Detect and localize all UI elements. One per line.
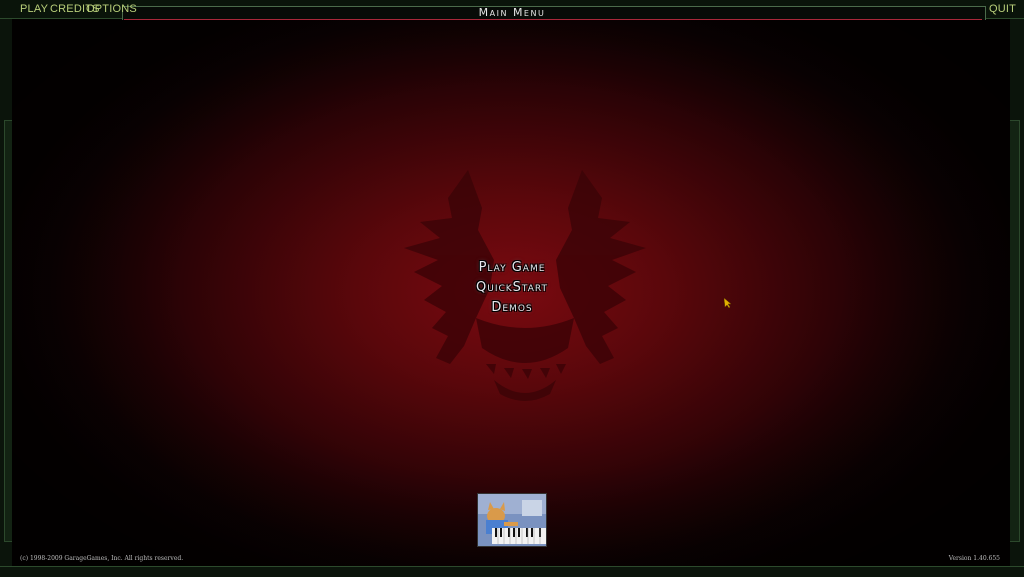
arrow-cursor-icon (724, 298, 732, 308)
version-text: Version 1.40.655 (948, 555, 1000, 562)
demos-button[interactable]: Demos (0, 300, 1024, 315)
keyboard-cat-image (478, 494, 546, 546)
title-underline (124, 19, 982, 20)
bottom-frame-bar (0, 566, 1024, 577)
copyright-text: (c) 1998-2009 GarageGames, Inc. All righ… (20, 555, 184, 562)
keyboard-cat-thumbnail[interactable] (477, 493, 547, 547)
play-game-button[interactable]: Play Game (0, 260, 1024, 275)
quickstart-button[interactable]: QuickStart (0, 280, 1024, 295)
page-title: Main Menu (478, 6, 546, 19)
